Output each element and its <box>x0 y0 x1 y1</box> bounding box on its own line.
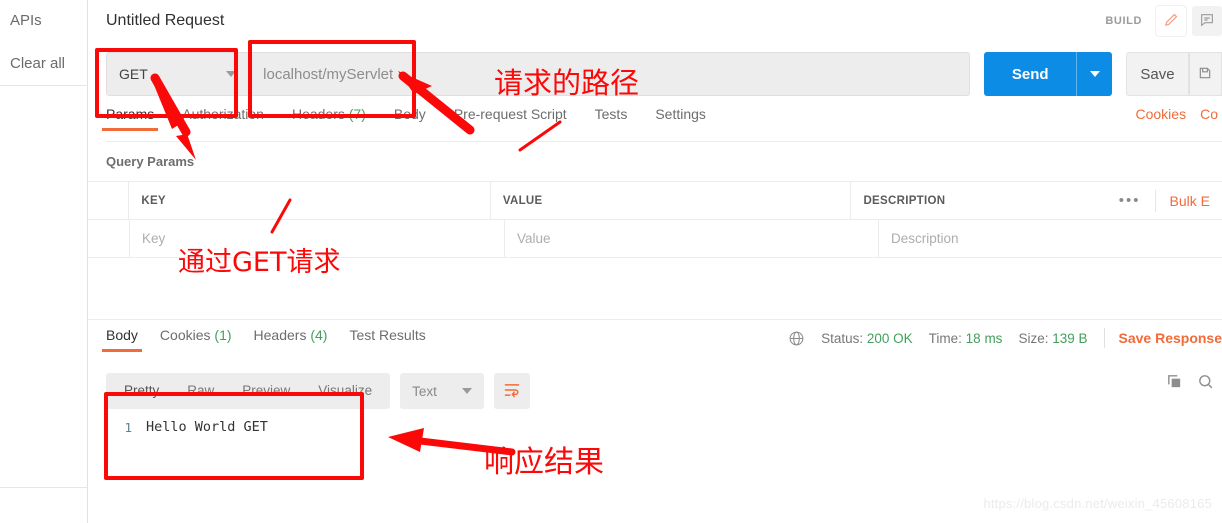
header-value-cell: VALUE <box>491 182 852 219</box>
column-header-description: DESCRIPTION <box>863 194 946 207</box>
code-link[interactable]: Co <box>1200 106 1218 122</box>
tab-pre-request-script[interactable]: Pre-request Script <box>454 106 567 131</box>
sidebar-item-clear-all-label: Clear all <box>10 54 66 72</box>
response-tab-headers[interactable]: Headers (4) <box>254 327 328 352</box>
bulk-edit-link[interactable]: Bulk E <box>1156 193 1210 209</box>
request-tabs-underline <box>106 141 1222 142</box>
time-label: Time: <box>928 330 962 346</box>
send-button-group: Send <box>984 52 1113 96</box>
size-value: 139 B <box>1052 330 1088 346</box>
save-button-label: Save <box>1140 65 1175 83</box>
request-header: Untitled Request BUILD <box>88 0 1222 42</box>
size-label: Size: <box>1018 330 1049 346</box>
response-meta: Status: 200 OK Time: 18 ms Size: 139 B S… <box>788 328 1222 348</box>
send-options-button[interactable] <box>1076 52 1113 96</box>
table-header-actions: ••• Bulk E <box>1093 182 1222 219</box>
annotation-box-response-body <box>104 392 364 480</box>
column-header-value: VALUE <box>502 194 543 207</box>
response-tab-body-label: Body <box>106 327 138 343</box>
build-label: BUILD <box>1105 15 1142 27</box>
sidebar-item-clear-all[interactable]: Clear all <box>0 46 87 80</box>
response-tab-cookies-label: Cookies <box>159 327 211 343</box>
response-tab-body[interactable]: Body <box>102 327 142 352</box>
table-header-row: KEY VALUE DESCRIPTION ••• Bulk E <box>88 182 1222 220</box>
response-format-value: Text <box>412 383 437 399</box>
save-response-link[interactable]: Save Response <box>1119 330 1222 346</box>
value-input-placeholder: Value <box>517 231 551 246</box>
response-tab-headers-count: (4) <box>310 327 328 343</box>
pencil-icon <box>1163 11 1180 31</box>
edit-request-button[interactable] <box>1156 6 1186 36</box>
tab-settings[interactable]: Settings <box>655 106 706 131</box>
response-tabs: Body Cookies (1) Headers (4) Test Result… <box>102 327 426 357</box>
header-checkbox-cell <box>88 182 130 219</box>
status-value: 200 OK <box>866 330 913 346</box>
postman-window: APIs Clear all Untitled Request BUILD GE… <box>0 0 1222 523</box>
sidebar-divider-bottom <box>0 487 88 488</box>
search-icon[interactable] <box>1197 373 1214 393</box>
chevron-down-icon <box>1089 71 1100 77</box>
tab-tests-label: Tests <box>594 106 628 122</box>
status-label: Status: <box>821 330 864 346</box>
left-sidebar: APIs Clear all <box>0 0 88 523</box>
status-badge: Status: 200 OK <box>821 331 913 346</box>
response-tab-cookies[interactable]: Cookies (1) <box>160 327 232 352</box>
copy-icon[interactable] <box>1166 373 1183 393</box>
word-wrap-icon <box>503 382 521 401</box>
sidebar-item-apis[interactable]: APIs <box>0 2 87 38</box>
globe-icon <box>788 330 805 347</box>
divider <box>1103 328 1105 348</box>
response-tab-headers-label: Headers <box>253 327 307 343</box>
response-tab-test-results-label: Test Results <box>349 327 426 343</box>
send-button-label: Send <box>1011 65 1049 83</box>
send-button[interactable]: Send <box>984 52 1077 96</box>
response-tab-test-results[interactable]: Test Results <box>349 327 425 352</box>
page-title: Untitled Request <box>106 12 225 29</box>
annotation-box-url <box>248 40 416 118</box>
row-actions-cell <box>1129 220 1222 257</box>
response-toolbar-right <box>1166 373 1214 393</box>
tab-pre-request-script-label: Pre-request Script <box>453 106 567 122</box>
query-params-heading: Query Params <box>106 154 195 169</box>
sidebar-divider <box>0 85 88 86</box>
save-as-icon <box>1198 66 1212 83</box>
sidebar-item-apis-label: APIs <box>10 11 42 29</box>
ellipsis-icon[interactable]: ••• <box>1105 192 1155 209</box>
response-tab-cookies-count: (1) <box>214 327 232 343</box>
time-badge: Time: 18 ms <box>929 331 1003 346</box>
header-description-cell: DESCRIPTION <box>851 182 1092 219</box>
save-as-button[interactable] <box>1188 52 1222 96</box>
header-key-cell: KEY <box>129 182 491 219</box>
response-separator <box>88 319 1222 320</box>
key-input-placeholder: Key <box>142 231 166 246</box>
chevron-down-icon <box>462 388 473 394</box>
comments-button[interactable] <box>1192 6 1222 36</box>
description-input-placeholder: Description <box>891 231 959 246</box>
tab-settings-label: Settings <box>655 106 706 122</box>
word-wrap-button[interactable] <box>494 373 531 409</box>
annotation-response-result: 响应结果 <box>484 445 604 480</box>
row-value-cell[interactable]: Value <box>505 220 879 257</box>
save-button[interactable]: Save <box>1126 52 1189 96</box>
row-description-cell[interactable]: Description <box>879 220 1129 257</box>
watermark: https://blog.csdn.net/weixin_45608165 <box>983 496 1212 511</box>
tab-tests[interactable]: Tests <box>595 106 628 131</box>
size-badge: Size: 139 B <box>1018 331 1087 346</box>
annotation-get-request: 通过GET请求 <box>178 247 341 278</box>
response-format-select[interactable]: Text <box>400 373 485 409</box>
comment-icon <box>1199 12 1215 31</box>
row-checkbox-cell[interactable] <box>88 220 130 257</box>
annotation-request-path: 请求的路径 <box>494 66 640 100</box>
request-tabs-right-links: Cookies Co <box>1136 106 1219 122</box>
header-actions: BUILD <box>1105 0 1222 42</box>
cookies-link[interactable]: Cookies <box>1136 106 1187 122</box>
time-value: 18 ms <box>965 330 1003 346</box>
column-header-key: KEY <box>141 194 166 207</box>
annotation-box-method <box>95 48 238 118</box>
